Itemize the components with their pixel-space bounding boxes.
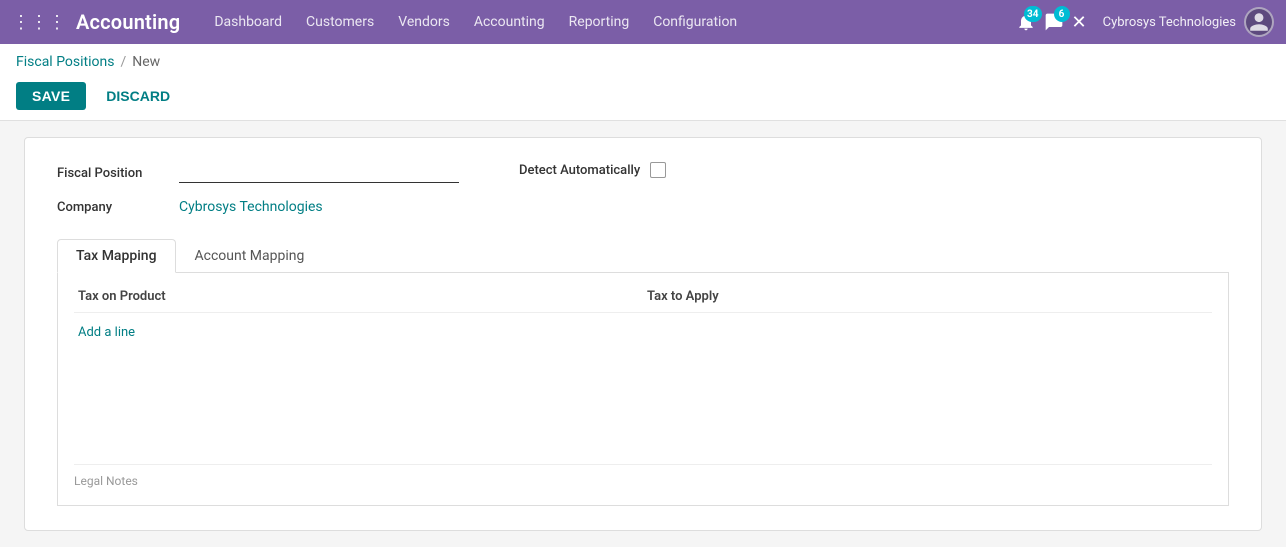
nav-accounting[interactable]: Accounting bbox=[464, 8, 555, 36]
table-header: Tax on Product Tax to Apply bbox=[74, 289, 1212, 313]
breadcrumb-separator: / bbox=[120, 54, 126, 70]
company-value[interactable]: Cybrosys Technologies bbox=[179, 199, 323, 215]
company-label: Company bbox=[57, 200, 167, 215]
message-badge: 6 bbox=[1054, 6, 1070, 22]
nav-dashboard[interactable]: Dashboard bbox=[204, 8, 292, 36]
nav-vendors[interactable]: Vendors bbox=[388, 8, 460, 36]
close-icon[interactable]: ✕ bbox=[1072, 12, 1087, 33]
left-fields: Fiscal Position Company Cybrosys Technol… bbox=[57, 162, 459, 215]
tabs-row: Tax Mapping Account Mapping bbox=[57, 239, 1229, 272]
col-tax-to-apply: Tax to Apply bbox=[643, 289, 1212, 304]
company-group: Company Cybrosys Technologies bbox=[57, 199, 459, 215]
app-title: Accounting bbox=[76, 10, 180, 34]
action-bar: SAVE DISCARD bbox=[16, 76, 1270, 120]
col-tax-on-product: Tax on Product bbox=[74, 289, 643, 304]
grid-icon[interactable]: ⋮⋮⋮ bbox=[12, 12, 66, 33]
nav-reporting[interactable]: Reporting bbox=[559, 8, 640, 36]
main-content: Fiscal Position Company Cybrosys Technol… bbox=[0, 121, 1286, 547]
notification-badge: 34 bbox=[1024, 6, 1041, 22]
notification-icon[interactable]: 34 bbox=[1016, 12, 1036, 32]
breadcrumb: Fiscal Positions / New bbox=[16, 44, 1270, 76]
tabs-container: Tax Mapping Account Mapping bbox=[57, 239, 1229, 273]
legal-notes-label: Legal Notes bbox=[74, 474, 138, 488]
right-fields: Detect Automatically bbox=[519, 162, 666, 215]
nav-customers[interactable]: Customers bbox=[296, 8, 384, 36]
fiscal-position-group: Fiscal Position bbox=[57, 162, 459, 183]
discard-button[interactable]: DISCARD bbox=[94, 82, 182, 110]
detect-automatically-checkbox[interactable] bbox=[650, 162, 666, 178]
form-fields-row: Fiscal Position Company Cybrosys Technol… bbox=[57, 162, 1229, 215]
company-name: Cybrosys Technologies bbox=[1103, 15, 1236, 30]
breadcrumb-current: New bbox=[132, 54, 160, 70]
topbar: ⋮⋮⋮ Accounting Dashboard Customers Vendo… bbox=[0, 0, 1286, 44]
fiscal-position-label: Fiscal Position bbox=[57, 166, 167, 181]
legal-notes-area: Legal Notes bbox=[74, 464, 1212, 489]
detect-automatically-group: Detect Automatically bbox=[519, 162, 666, 178]
avatar[interactable] bbox=[1244, 7, 1274, 37]
detect-automatically-label: Detect Automatically bbox=[519, 163, 640, 178]
fiscal-position-input[interactable] bbox=[179, 162, 459, 183]
subbar: Fiscal Positions / New SAVE DISCARD bbox=[0, 44, 1286, 121]
topbar-right: 34 6 ✕ Cybrosys Technologies bbox=[1016, 7, 1274, 37]
message-icon[interactable]: 6 bbox=[1044, 12, 1064, 32]
nav-configuration[interactable]: Configuration bbox=[643, 8, 747, 36]
breadcrumb-parent[interactable]: Fiscal Positions bbox=[16, 54, 114, 70]
tab-content-tax-mapping: Tax on Product Tax to Apply Add a line L… bbox=[57, 273, 1229, 506]
save-button[interactable]: SAVE bbox=[16, 82, 86, 110]
tab-account-mapping[interactable]: Account Mapping bbox=[176, 239, 324, 273]
main-nav: Dashboard Customers Vendors Accounting R… bbox=[204, 8, 1015, 36]
add-line-button[interactable]: Add a line bbox=[74, 321, 139, 344]
form-card: Fiscal Position Company Cybrosys Technol… bbox=[24, 137, 1262, 531]
tab-tax-mapping[interactable]: Tax Mapping bbox=[57, 239, 176, 273]
